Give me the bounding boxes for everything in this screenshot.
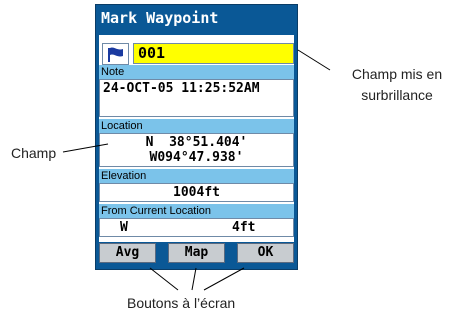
callout-onscreen-buttons: Boutons à l’écran [127, 295, 236, 311]
callout-highlighted-field: Champ mis en surbrillance [351, 66, 443, 103]
callout-lines [62, 49, 331, 291]
callout-field: Champ [11, 145, 57, 161]
